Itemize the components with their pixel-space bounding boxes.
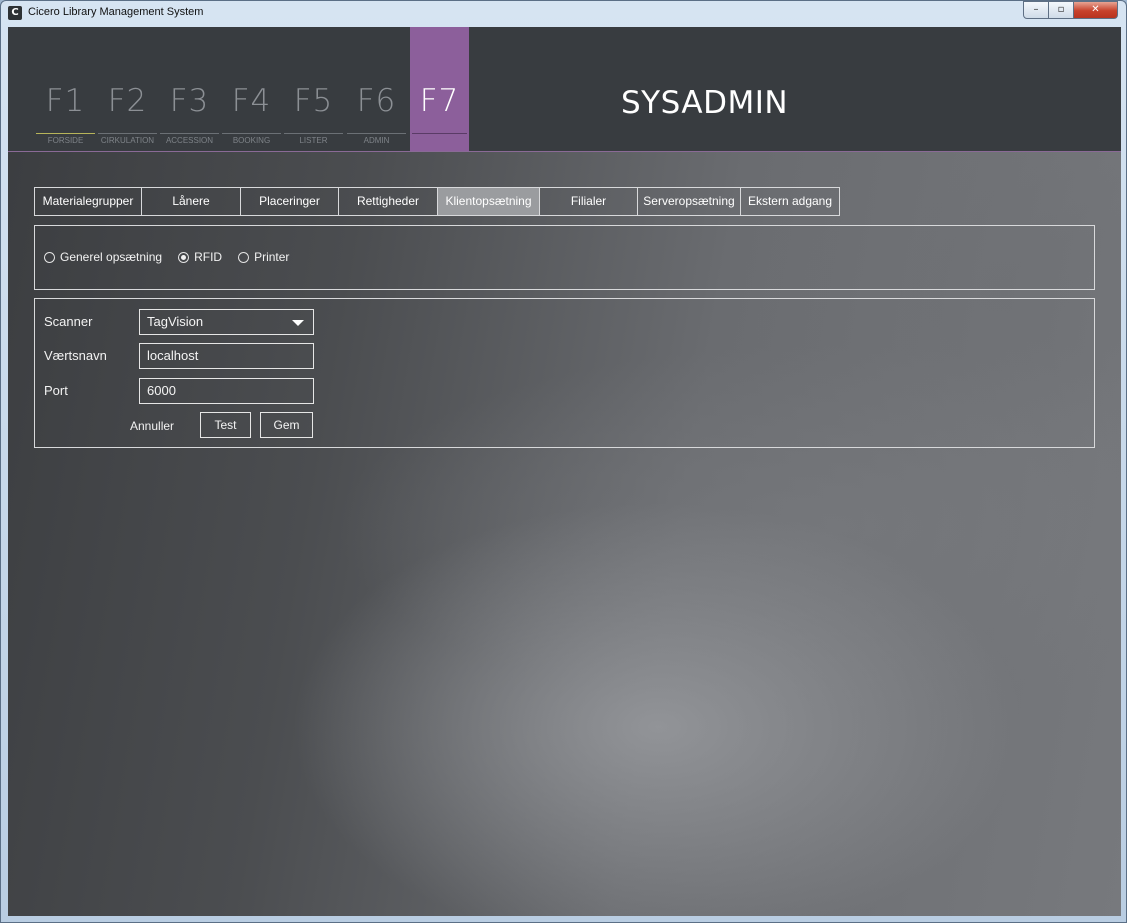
tab-materialegrupper[interactable]: Materialegrupper [34, 187, 142, 216]
section-title: SYSADMIN [621, 85, 789, 121]
close-button[interactable]: ✕ [1074, 1, 1118, 19]
fkey-label: FORSIDE [47, 136, 84, 145]
fkey-underline [347, 133, 406, 134]
fkey-f5-lister[interactable]: F5 LISTER [282, 27, 345, 151]
radio-label: Printer [254, 250, 290, 264]
dropdown-arrow-icon [292, 320, 304, 326]
scanner-selected-value: TagVision [147, 314, 204, 329]
radio-label: Generel opsætning [60, 250, 163, 264]
fkey-underline [36, 133, 95, 134]
test-button[interactable]: Test [200, 412, 251, 438]
fkey-underline [284, 133, 343, 134]
client-area: F1 FORSIDE F2 CIRKULATION F3 ACCESSION F… [8, 27, 1121, 916]
fkey-underline [412, 133, 467, 134]
tab-rettigheder[interactable]: Rettigheder [338, 187, 438, 216]
fkey-f7-sysadmin[interactable]: F7 [410, 27, 469, 151]
tab-klientopsaetning[interactable]: Klientopsætning [437, 187, 540, 216]
fkey-f4-booking[interactable]: F4 BOOKING [220, 27, 283, 151]
fkey-label: ADMIN [363, 136, 390, 145]
fkey-f1-forside[interactable]: F1 FORSIDE [34, 27, 97, 151]
radio-circle-icon [238, 251, 250, 263]
radio-circle-icon [44, 251, 55, 263]
function-key-header: F1 FORSIDE F2 CIRKULATION F3 ACCESSION F… [8, 27, 1121, 152]
tab-laanere[interactable]: Lånere [141, 187, 241, 216]
app-window: C Cicero Library Management System – ▫ ✕… [0, 0, 1127, 923]
maximize-button[interactable]: ▫ [1049, 1, 1074, 19]
tab-placeringer[interactable]: Placeringer [240, 187, 339, 216]
title-bar[interactable]: C Cicero Library Management System – ▫ ✕ [1, 1, 1126, 27]
scanner-dropdown[interactable]: TagVision [139, 309, 314, 335]
fkey-f6-admin[interactable]: F6 ADMIN [345, 27, 408, 151]
fkey-f2-cirkulation[interactable]: F2 CIRKULATION [96, 27, 159, 151]
scanner-label: Scanner [44, 314, 93, 329]
fkey-label: LISTER [299, 136, 328, 145]
fkey-underline [98, 133, 157, 134]
client-setup-type-panel: Generel opsætning RFID Printer [34, 225, 1095, 290]
fkey-label: CIRKULATION [100, 136, 155, 145]
settings-tabs: Materialegrupper Lånere Placeringer Rett… [34, 187, 840, 216]
radio-generel-opsaetning[interactable]: Generel opsætning [44, 250, 162, 264]
hostname-label: Værtsnavn [44, 348, 107, 363]
fkey-key: F1 [45, 83, 86, 119]
radio-printer[interactable]: Printer [238, 250, 289, 264]
fkey-f3-accession[interactable]: F3 ACCESSION [158, 27, 221, 151]
cancel-button[interactable]: Annuller [130, 419, 174, 433]
hostname-input[interactable]: localhost [139, 343, 314, 369]
app-logo-icon: C [8, 6, 22, 20]
port-label: Port [44, 383, 68, 398]
fkey-key: F7 [419, 83, 460, 119]
save-button[interactable]: Gem [260, 412, 313, 438]
fkey-key: F2 [107, 83, 148, 119]
port-input[interactable]: 6000 [139, 378, 314, 404]
fkey-key: F4 [231, 83, 272, 119]
radio-circle-icon [178, 251, 190, 263]
radio-label: RFID [194, 250, 223, 264]
fkey-key: F5 [293, 83, 334, 119]
fkey-label: BOOKING [232, 136, 271, 145]
setup-type-radio-group: Generel opsætning RFID Printer [44, 250, 305, 264]
fkey-underline [222, 133, 281, 134]
radio-rfid[interactable]: RFID [178, 250, 222, 264]
window-controls: – ▫ ✕ [1023, 1, 1118, 19]
minimize-button[interactable]: – [1023, 1, 1049, 19]
rfid-settings-panel: Scanner TagVision Værtsnavn localhost Po… [34, 298, 1095, 448]
window-title: Cicero Library Management System [28, 6, 204, 18]
fkey-key: F6 [356, 83, 397, 119]
fkey-key: F3 [169, 83, 210, 119]
tab-ekstern-adgang[interactable]: Ekstern adgang [740, 187, 840, 216]
fkey-underline [160, 133, 219, 134]
tab-filialer[interactable]: Filialer [539, 187, 638, 216]
fkey-label: ACCESSION [165, 136, 214, 145]
tab-serveropsaetning[interactable]: Serveropsætning [637, 187, 741, 216]
